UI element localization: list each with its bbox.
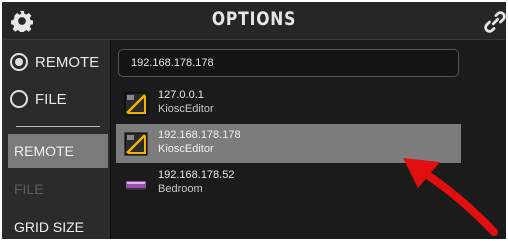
page-title: OPTIONS bbox=[211, 8, 297, 30]
address-input[interactable]: 192.168.178.178 bbox=[118, 49, 459, 77]
radio-remote-label: REMOTE bbox=[35, 53, 100, 71]
sidebar-divider bbox=[16, 126, 100, 127]
sidebar-item-grid-size[interactable]: GRID SIZE bbox=[8, 210, 108, 239]
host-panel: 192.168.178.178 127.0.0.1 KioscEditor 19… bbox=[112, 40, 506, 239]
options-window: OPTIONS REMOTE FILE REMOTE FILE GRID SIZ… bbox=[2, 2, 506, 239]
gear-icon[interactable] bbox=[11, 10, 33, 32]
sidebar: REMOTE FILE REMOTE FILE GRID SIZE bbox=[2, 40, 111, 239]
host-ip: 192.168.178.178 bbox=[158, 129, 241, 141]
host-ip: 192.168.178.52 bbox=[158, 169, 235, 181]
host-name: KioscEditor bbox=[158, 103, 214, 115]
host-name: KioscEditor bbox=[158, 143, 214, 155]
kiosc-editor-icon bbox=[124, 92, 148, 116]
radio-file[interactable]: FILE bbox=[10, 86, 67, 112]
radio-unselected-icon bbox=[10, 90, 28, 108]
radio-remote[interactable]: REMOTE bbox=[10, 49, 99, 75]
sidebar-item-file: FILE bbox=[14, 181, 44, 197]
device-icon bbox=[126, 181, 146, 190]
kiosc-editor-icon bbox=[124, 132, 148, 156]
host-ip: 127.0.0.1 bbox=[158, 89, 204, 101]
host-name: Bedroom bbox=[158, 183, 203, 195]
app: OPTIONS REMOTE FILE REMOTE FILE GRID SIZ… bbox=[0, 0, 508, 241]
radio-file-label: FILE bbox=[35, 90, 67, 108]
radio-selected-icon bbox=[10, 53, 28, 71]
header-bar: OPTIONS bbox=[2, 2, 506, 40]
host-list-item[interactable]: 192.168.178.52 Bedroom bbox=[116, 164, 461, 203]
host-list-item-selected[interactable]: 192.168.178.178 KioscEditor bbox=[116, 124, 461, 163]
link-icon[interactable] bbox=[484, 11, 506, 33]
sidebar-item-remote[interactable]: REMOTE bbox=[8, 134, 108, 168]
host-list-item[interactable]: 127.0.0.1 KioscEditor bbox=[116, 84, 461, 123]
